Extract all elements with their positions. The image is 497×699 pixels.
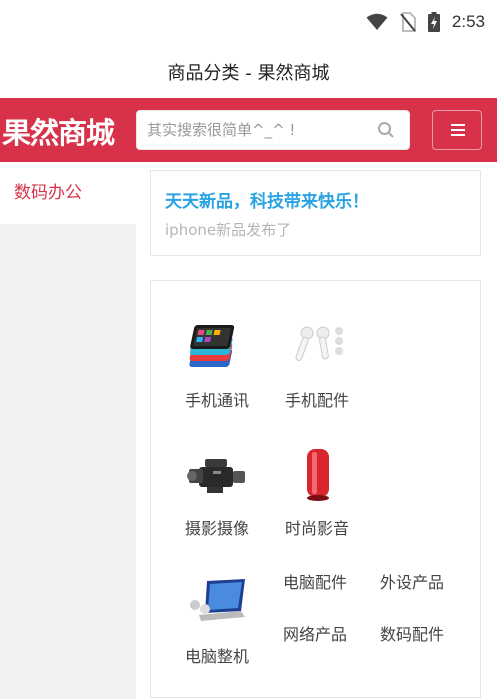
wifi-icon <box>366 13 388 30</box>
category-label: 手机配件 <box>284 391 349 410</box>
status-icons: 2:53 <box>366 12 485 32</box>
promo-banner[interactable]: 天天新品，科技带来快乐！ iphone新品发布了 <box>150 170 481 256</box>
category-camera[interactable]: 摄影摄像 <box>169 447 265 539</box>
laptop-icon <box>190 579 245 621</box>
category-label: 手机通讯 <box>184 391 249 410</box>
sidebar-item-digital-office[interactable]: 数码办公 <box>0 162 136 224</box>
earphones-icon <box>295 326 343 361</box>
no-sim-icon <box>400 12 416 32</box>
category-label: 摄影摄像 <box>184 519 249 538</box>
category-sidebar: 数码办公 <box>0 162 136 699</box>
header-bar: 果然商城 <box>0 98 497 162</box>
category-phone-accessories[interactable]: 手机配件 <box>269 319 365 411</box>
speaker-icon <box>307 449 329 501</box>
link-pc-parts[interactable]: 电脑配件 <box>283 569 347 593</box>
category-computers[interactable]: 电脑整机 <box>169 575 265 667</box>
status-time: 2:53 <box>451 12 485 31</box>
phones-icon <box>189 325 235 367</box>
battery-charging-icon <box>427 12 440 32</box>
menu-icon <box>451 124 465 126</box>
camcorder-icon <box>187 459 245 493</box>
status-bar: 2:53 <box>0 0 497 46</box>
category-phones[interactable]: 手机通讯 <box>169 319 265 411</box>
promo-subtitle: iphone新品发布了 <box>165 221 292 239</box>
category-audio[interactable]: 时尚影音 <box>269 447 365 539</box>
search-input[interactable] <box>137 111 367 149</box>
search-box[interactable] <box>136 110 410 150</box>
link-digital-accessories[interactable]: 数码配件 <box>380 621 444 645</box>
category-grid: 手机通讯 手机配件 摄影摄像 时尚影音 电脑整机 电脑配件 外设产品 网络产品 … <box>150 280 481 698</box>
promo-title: 天天新品，科技带来快乐！ <box>165 192 369 212</box>
menu-icon <box>451 129 465 131</box>
link-peripherals[interactable]: 外设产品 <box>380 569 444 593</box>
page-title: 商品分类 - 果然商城 <box>167 63 330 84</box>
menu-icon <box>451 134 465 136</box>
link-network[interactable]: 网络产品 <box>283 621 347 645</box>
store-logo[interactable]: 果然商城 <box>2 110 115 152</box>
category-label: 时尚影音 <box>284 519 349 538</box>
category-label: 电脑整机 <box>184 647 249 666</box>
menu-button[interactable] <box>432 110 482 150</box>
search-icon[interactable] <box>377 121 395 139</box>
